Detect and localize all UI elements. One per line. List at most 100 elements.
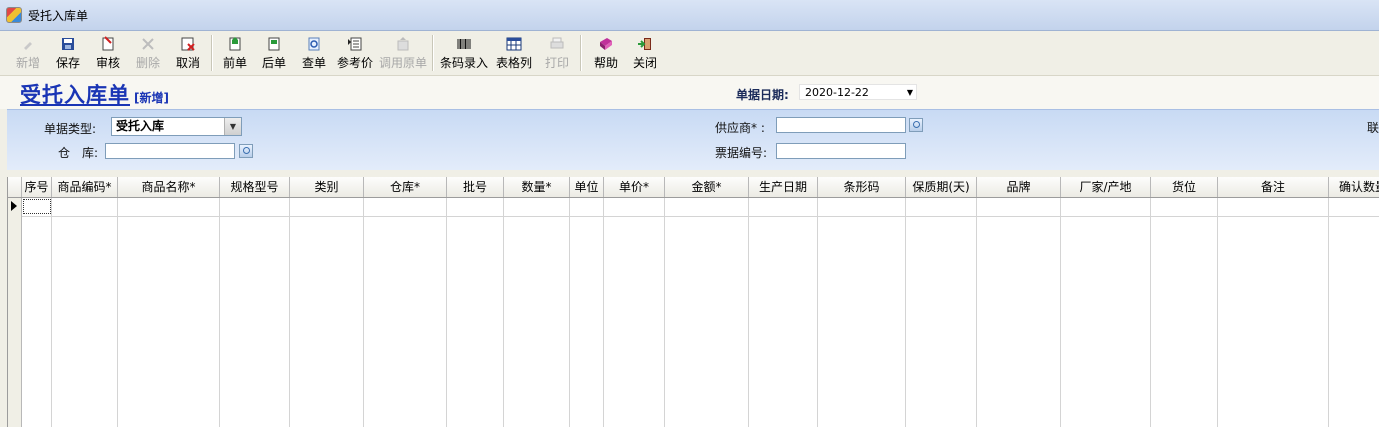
- help-button[interactable]: 帮助: [588, 33, 624, 73]
- reference-price-icon: [348, 37, 362, 51]
- audit-icon: [102, 36, 114, 51]
- grid-line: [748, 198, 749, 427]
- next-icon: [268, 37, 280, 51]
- toolbar-separator: [211, 35, 213, 71]
- contact-label: 联: [1367, 121, 1379, 135]
- supplier-label: 供应商* :: [715, 121, 765, 135]
- app-icon: [6, 7, 22, 23]
- mode-tag: [新增]: [134, 91, 169, 105]
- barcode-icon: [457, 39, 471, 49]
- column-header[interactable]: 品牌: [977, 177, 1061, 197]
- grid-line: [117, 198, 118, 427]
- column-header[interactable]: 规格型号: [220, 177, 290, 197]
- chevron-down-icon[interactable]: ▼: [224, 118, 241, 135]
- supplier-lookup-icon[interactable]: [909, 118, 923, 132]
- column-header[interactable]: 数量*: [504, 177, 570, 197]
- invoice-no-label: 票据编号:: [715, 146, 768, 160]
- warehouse-label: 仓 库:: [58, 146, 99, 160]
- form-panel: 单据类型: 受托入库 ▼ 仓 库: 供应商* : 票据编号: 联: [7, 109, 1379, 170]
- search-button[interactable]: 查单: [296, 33, 332, 73]
- grid-line: [446, 198, 447, 427]
- column-header[interactable]: 生产日期: [749, 177, 818, 197]
- grid-line: [664, 198, 665, 427]
- grid-line: [503, 198, 504, 427]
- date-value: 2020-12-22: [805, 86, 869, 99]
- row-indicator-column: [8, 198, 22, 427]
- column-header[interactable]: 备注: [1218, 177, 1329, 197]
- focused-cell[interactable]: [23, 199, 51, 214]
- close-button[interactable]: 关闭: [627, 33, 663, 73]
- barcode-entry-button[interactable]: 条码录入: [438, 33, 490, 73]
- column-header[interactable]: 商品名称*: [118, 177, 220, 197]
- save-button[interactable]: 保存: [50, 33, 86, 73]
- search-icon: [308, 37, 320, 51]
- grid-line: [1060, 198, 1061, 427]
- grid-line: [569, 198, 570, 427]
- toolbar: 新增 保存 审核 删除 取消 前单 后单 查单 参考价 调用原单 条码录入 表格…: [0, 31, 1379, 76]
- grid-line: [976, 198, 977, 427]
- warehouse-lookup-icon[interactable]: [239, 144, 253, 158]
- column-header[interactable]: 商品编码*: [52, 177, 118, 197]
- document-header: 受托入库单 [新增] 单据日期: 2020-12-22 ▼: [0, 76, 1379, 109]
- column-header[interactable]: 批号: [447, 177, 504, 197]
- table-row[interactable]: [22, 198, 1379, 217]
- detail-grid[interactable]: 序号 商品编码* 商品名称* 规格型号 类别 仓库* 批号 数量* 单位 单价*…: [7, 177, 1379, 427]
- close-icon: [638, 38, 651, 50]
- supplier-input[interactable]: [776, 117, 906, 133]
- grid-line: [817, 198, 818, 427]
- doc-type-select[interactable]: 受托入库 ▼: [111, 117, 242, 136]
- column-header[interactable]: 确认数量: [1329, 177, 1379, 197]
- grid-line: [363, 198, 364, 427]
- grid-line: [1217, 198, 1218, 427]
- column-header[interactable]: 厂家/产地: [1061, 177, 1151, 197]
- delete-icon: [142, 38, 154, 50]
- current-row-arrow-icon: [11, 201, 17, 211]
- invoice-no-input[interactable]: [776, 143, 906, 159]
- grid-line: [1150, 198, 1151, 427]
- date-picker[interactable]: 2020-12-22 ▼: [799, 84, 917, 100]
- table-columns-icon: [506, 37, 522, 51]
- print-icon: [550, 37, 564, 49]
- grid-line: [51, 198, 52, 427]
- toolbar-separator: [432, 35, 434, 71]
- window-titlebar: 受托入库单: [0, 0, 1379, 31]
- load-original-button[interactable]: 调用原单: [378, 33, 428, 73]
- audit-button[interactable]: 审核: [90, 33, 126, 73]
- table-columns-button[interactable]: 表格列: [494, 33, 534, 73]
- grid-line: [219, 198, 220, 427]
- column-header[interactable]: 序号: [22, 177, 52, 197]
- reference-price-button[interactable]: 参考价: [335, 33, 375, 73]
- new-button[interactable]: 新增: [10, 33, 46, 73]
- save-icon: [62, 38, 74, 50]
- column-header[interactable]: 货位: [1151, 177, 1218, 197]
- column-header[interactable]: 单价*: [604, 177, 665, 197]
- column-header[interactable]: 保质期(天): [906, 177, 977, 197]
- print-button[interactable]: 打印: [540, 33, 574, 73]
- new-icon: [24, 42, 32, 50]
- grid-line: [289, 198, 290, 427]
- next-button[interactable]: 后单: [256, 33, 292, 73]
- delete-button[interactable]: 删除: [130, 33, 166, 73]
- date-label: 单据日期:: [736, 88, 789, 102]
- help-icon: [600, 38, 612, 50]
- doc-type-label: 单据类型:: [44, 122, 97, 136]
- column-header[interactable]: 金额*: [665, 177, 749, 197]
- column-header[interactable]: 仓库*: [364, 177, 447, 197]
- window-title: 受托入库单: [28, 8, 89, 23]
- column-header[interactable]: 类别: [290, 177, 364, 197]
- warehouse-input[interactable]: [105, 143, 235, 159]
- doc-type-value: 受托入库: [116, 119, 165, 133]
- chevron-down-icon[interactable]: ▼: [907, 85, 913, 101]
- grid-header: 序号 商品编码* 商品名称* 规格型号 类别 仓库* 批号 数量* 单位 单价*…: [8, 177, 1379, 198]
- column-header[interactable]: 单位: [570, 177, 604, 197]
- prev-icon: [229, 37, 241, 51]
- load-original-icon: [397, 37, 409, 51]
- prev-button[interactable]: 前单: [217, 33, 253, 73]
- cancel-button[interactable]: 取消: [170, 33, 206, 73]
- column-header[interactable]: 条形码: [818, 177, 906, 197]
- cancel-icon: [181, 37, 195, 51]
- grid-line: [905, 198, 906, 427]
- page-title: 受托入库单: [20, 83, 130, 107]
- toolbar-separator: [580, 35, 582, 71]
- grid-line: [603, 198, 604, 427]
